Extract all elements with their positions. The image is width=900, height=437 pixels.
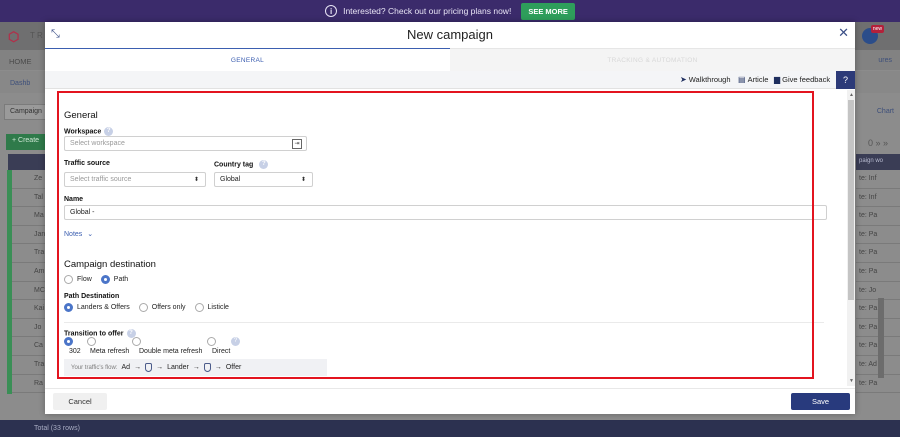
column-header: paign wo — [856, 154, 900, 170]
table-row[interactable]: Jo — [12, 319, 48, 338]
table-row[interactable]: Ze — [12, 170, 48, 189]
table-row[interactable]: Kai — [12, 300, 48, 319]
table-cell: te: Pa — [856, 226, 900, 245]
table-row[interactable]: Am — [12, 263, 48, 282]
annotation-highlight-box — [57, 91, 814, 379]
scroll-down-icon[interactable]: ▼ — [849, 378, 854, 384]
chat-icon: ▆ — [774, 75, 781, 84]
give-feedback-link[interactable]: ▆ Give feedback — [774, 75, 830, 84]
help-toolbar: ➤ Walkthrough ▤ Article ▆ Give feedback … — [45, 71, 855, 89]
nav-home[interactable]: HOME — [9, 57, 32, 66]
article-label: Article — [747, 75, 769, 84]
promo-message: Interested? Check out our pricing plans … — [343, 6, 512, 16]
modal-tabs: GENERAL TRACKING & AUTOMATION — [45, 48, 855, 71]
cancel-button[interactable]: Cancel — [53, 393, 107, 410]
tab-general[interactable]: GENERAL — [45, 48, 450, 71]
table-cell: te: Pa — [856, 244, 900, 263]
see-more-button[interactable]: SEE MORE — [521, 2, 575, 20]
table-cell: te: Pa — [856, 263, 900, 282]
nav-features[interactable]: ures — [878, 57, 892, 64]
close-icon[interactable]: ✕ — [838, 25, 849, 41]
help-icon: ? — [842, 75, 848, 85]
table-row[interactable]: Tra — [12, 356, 48, 375]
scrollbar-thumb[interactable] — [848, 100, 854, 300]
save-button[interactable]: Save — [791, 393, 850, 410]
campaign-filter-button[interactable]: Campaign — [4, 104, 48, 120]
walkthrough-link[interactable]: ➤ Walkthrough — [680, 75, 731, 84]
table-row[interactable]: Jan — [12, 226, 48, 245]
new-campaign-modal: ⤡ New campaign ✕ GENERAL TRACKING & AUTO… — [45, 22, 855, 414]
table-row[interactable]: Ma — [12, 207, 48, 226]
promo-bar: i Interested? Check out our pricing plan… — [0, 0, 900, 22]
walkthrough-label: Walkthrough — [688, 75, 731, 84]
pager-arrows[interactable]: 0 » » — [868, 138, 888, 148]
modal-header: ⤡ New campaign ✕ — [45, 22, 855, 48]
scroll-up-icon[interactable]: ▲ — [849, 92, 854, 98]
table-cell: te: Inf — [856, 170, 900, 189]
table-row[interactable]: Ra — [12, 375, 48, 394]
table-cell: te: Inf — [856, 189, 900, 208]
tab-tracking-automation[interactable]: TRACKING & AUTOMATION — [450, 48, 855, 71]
feedback-label: Give feedback — [782, 75, 831, 84]
cursor-icon: ➤ — [680, 75, 687, 84]
tab-dashboard[interactable]: Dashb — [10, 80, 30, 87]
book-icon: ▤ — [738, 75, 746, 84]
table-row[interactable]: MC — [12, 282, 48, 301]
info-icon: i — [325, 5, 338, 17]
modal-title: New campaign — [407, 27, 493, 42]
table-footer: Total (33 rows) — [0, 420, 900, 437]
campaign-rows: Ze Tal Ma Jan Tra Am MC Kai Jo Ca Tra Ra — [12, 170, 48, 394]
table-cell: te: Pa — [856, 207, 900, 226]
modal-footer: Cancel Save — [45, 388, 855, 414]
background-scrollbar[interactable] — [878, 298, 884, 378]
article-link[interactable]: ▤ Article — [738, 75, 768, 84]
app-logo-icon: ⬡ — [8, 29, 20, 44]
new-badge: new — [870, 25, 884, 33]
table-row[interactable]: Ca — [12, 337, 48, 356]
table-row[interactable]: Tal — [12, 189, 48, 208]
table-row[interactable]: Tra — [12, 244, 48, 263]
chart-button[interactable]: Chart — [877, 108, 894, 115]
table-header — [8, 154, 48, 170]
app-brand: T R — [30, 31, 43, 40]
create-button[interactable]: + Create — [6, 134, 48, 150]
help-button[interactable]: ? — [836, 71, 855, 89]
